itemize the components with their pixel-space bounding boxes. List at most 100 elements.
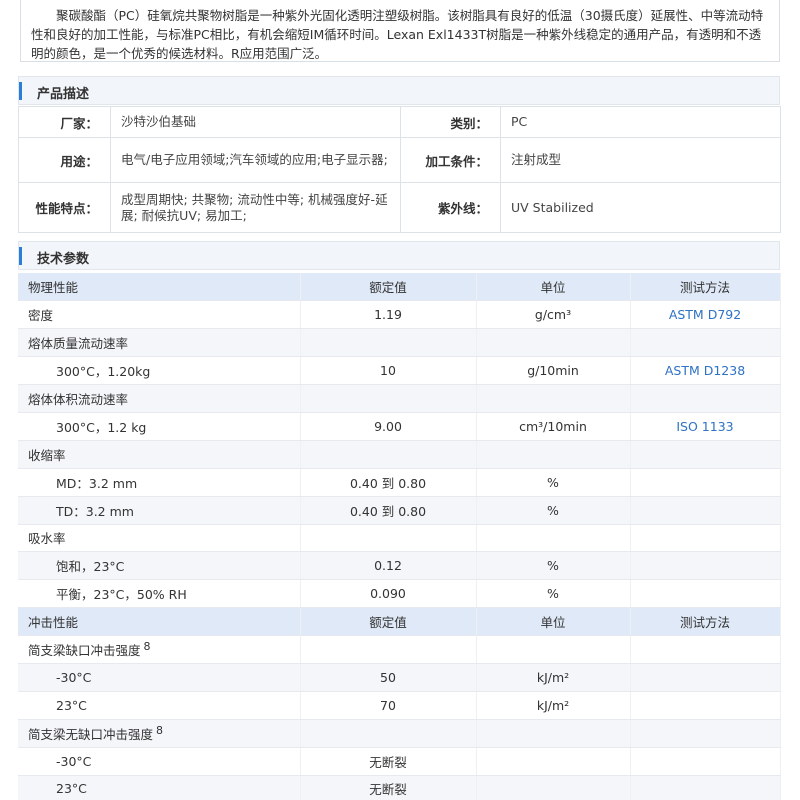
property-label: -30°C: [56, 669, 92, 685]
test-method: [630, 775, 781, 800]
desc-row: 厂家： 沙特沙伯基础 类别： PC: [18, 106, 781, 138]
property-label: 冲击性能: [28, 615, 79, 631]
property-label: 简支梁缺口冲击强度: [28, 643, 141, 659]
property-label: -30°C: [56, 753, 92, 769]
desc-key: 性能特点：: [18, 182, 111, 233]
rated-value: [300, 635, 477, 664]
test-method[interactable]: ASTM D792: [630, 300, 781, 330]
unit: kJ/m²: [476, 663, 631, 692]
section-accent-bar: [19, 82, 22, 100]
desc-key: 加工条件：: [400, 137, 501, 183]
table-row: -30°C 无断裂: [18, 747, 781, 776]
test-method: [630, 579, 781, 609]
test-method[interactable]: ASTM D1238: [630, 356, 781, 386]
rated-value: [300, 328, 477, 358]
desc-row: 用途： 电气/电子应用领域;汽车领域的应用;电子显示器; 加工条件： 注射成型: [18, 137, 781, 183]
unit: kJ/m²: [476, 691, 631, 720]
property-name: 物理性能: [18, 273, 301, 302]
test-method: 测试方法: [630, 273, 781, 302]
test-method: [630, 496, 781, 525]
section-header-product-desc: 产品描述: [18, 76, 780, 105]
unit: %: [476, 496, 631, 525]
property-label: MD：3.2 mm: [56, 475, 138, 491]
table-row: 饱和，23°C 0.12%: [18, 551, 781, 581]
property-label: 熔体质量流动速率: [28, 336, 129, 352]
property-name: 平衡，23°C，50% RH: [18, 579, 301, 609]
unit: 单位: [476, 607, 631, 637]
rated-value: [300, 719, 477, 748]
property-name: 23°C: [18, 775, 301, 800]
unit: g/cm³: [476, 300, 631, 330]
test-method: [630, 691, 781, 720]
footnote-marker: 8: [143, 640, 151, 654]
property-label: 收缩率: [28, 447, 66, 463]
section-title: 技术参数: [37, 252, 90, 267]
unit: 单位: [476, 273, 631, 302]
rated-value: 70: [300, 691, 477, 720]
rated-value: 10: [300, 356, 477, 386]
section-title: 产品描述: [37, 87, 90, 102]
desc-value: 成型周期快; 共聚物; 流动性中等; 机械强度好-延展; 耐候抗UV; 易加工;: [110, 182, 401, 233]
table-row: TD：3.2 mm 0.40 到 0.80%: [18, 496, 781, 525]
property-name: 23°C: [18, 691, 301, 720]
table-header-row: 冲击性能 额定值 单位 测试方法: [18, 607, 781, 637]
property-name: 冲击性能: [18, 607, 301, 637]
desc-row: 性能特点： 成型周期快; 共聚物; 流动性中等; 机械强度好-延展; 耐候抗UV…: [18, 182, 781, 233]
table-row: 简支梁缺口冲击强度 8: [18, 635, 781, 664]
test-method: [630, 551, 781, 581]
desc-key: 厂家：: [18, 106, 111, 138]
desc-key: 用途：: [18, 137, 111, 183]
rated-value: [300, 384, 477, 413]
unit: cm³/10min: [476, 412, 631, 441]
rated-value: [300, 524, 477, 553]
rated-value: 0.40 到 0.80: [300, 496, 477, 525]
property-label: 密度: [28, 308, 54, 324]
desc-value: 沙特沙伯基础: [110, 106, 401, 138]
table-row: MD：3.2 mm 0.40 到 0.80%: [18, 468, 781, 497]
desc-value: UV Stabilized: [500, 182, 781, 233]
property-name: 熔体质量流动速率: [18, 328, 301, 358]
rated-value: 无断裂: [300, 747, 477, 776]
property-label: 23°C: [56, 697, 87, 713]
unit: %: [476, 468, 631, 497]
unit: [476, 440, 631, 469]
rated-value: 额定值: [300, 273, 477, 302]
property-name: 饱和，23°C: [18, 551, 301, 581]
property-name: TD：3.2 mm: [18, 496, 301, 525]
unit: [476, 719, 631, 748]
property-label: 300°C，1.2 kg: [56, 419, 147, 435]
section-accent-bar: [19, 247, 22, 265]
property-name: 300°C，1.2 kg: [18, 412, 301, 441]
rated-value: [300, 440, 477, 469]
property-label: 吸水率: [28, 531, 66, 547]
test-method: [630, 384, 781, 413]
table-row: 23°C 70 kJ/m²: [18, 691, 781, 720]
rated-value: 1.19: [300, 300, 477, 330]
property-label: 物理性能: [28, 280, 79, 296]
footnote-marker: 8: [156, 723, 164, 737]
property-name: 熔体体积流动速率: [18, 384, 301, 413]
unit: [476, 384, 631, 413]
rated-value: 0.090: [300, 579, 477, 609]
property-name: 300°C，1.20kg: [18, 356, 301, 386]
unit: %: [476, 551, 631, 581]
property-name: 简支梁缺口冲击强度 8: [18, 635, 301, 664]
property-name: 简支梁无缺口冲击强度 8: [18, 719, 301, 748]
intro-description: 聚碳酸酯（PC）硅氧烷共聚物树脂是一种紫外光固化透明注塑级树脂。该树脂具有良好的…: [20, 0, 780, 62]
property-label: TD：3.2 mm: [56, 503, 134, 519]
test-method: 测试方法: [630, 607, 781, 637]
section-header-tech-params: 技术参数: [18, 241, 780, 270]
table-row: 平衡，23°C，50% RH 0.090%: [18, 579, 781, 609]
property-name: 吸水率: [18, 524, 301, 553]
unit: [476, 747, 631, 776]
table-row: 熔体质量流动速率: [18, 328, 781, 358]
rated-value: 额定值: [300, 607, 477, 637]
table-row: 300°C，1.2 kg 9.00 cm³/10min ISO 1133: [18, 412, 781, 441]
test-method: [630, 328, 781, 358]
test-method: [630, 663, 781, 692]
test-method: [630, 635, 781, 664]
table-header-row: 物理性能 额定值 单位 测试方法: [18, 273, 781, 302]
desc-key: 类别：: [400, 106, 501, 138]
test-method[interactable]: ISO 1133: [630, 412, 781, 441]
table-row: 吸水率: [18, 524, 781, 553]
